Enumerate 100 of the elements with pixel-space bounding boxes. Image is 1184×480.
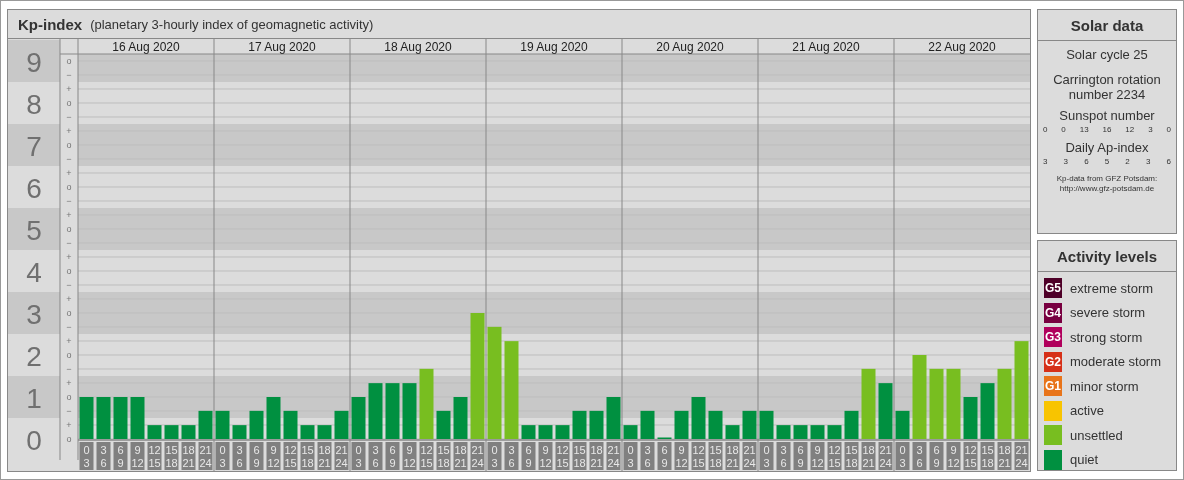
date-label: 18 Aug 2020	[384, 40, 452, 54]
scale-mark: −	[66, 406, 72, 416]
time-slot-label: 9 12	[946, 442, 961, 470]
time-slot-label: 9 12	[538, 442, 553, 470]
scale-mark: −	[66, 322, 72, 332]
time-slot-label: 0 3	[895, 442, 910, 470]
scale-mark: −	[66, 154, 72, 164]
y-axis-label: 8	[26, 89, 42, 120]
scale-mark: −	[66, 238, 72, 248]
x-tick-label: 0 3	[219, 444, 226, 469]
ap-value: 3	[1145, 157, 1151, 166]
level-swatch: G2	[1044, 351, 1062, 372]
level-label: extreme storm	[1070, 280, 1154, 296]
ap-value: 6	[1084, 157, 1089, 166]
x-tick-label: 3 6	[916, 444, 923, 469]
time-slot-label: 6 9	[385, 442, 400, 470]
x-tick-label: 3 6	[236, 444, 243, 469]
data-source-note: Kp-data from GFZ Potsdam: http://www.gfz-potsdam.de	[1056, 174, 1158, 194]
x-tick-label: 0 3	[83, 444, 90, 469]
ap-value: 3	[1043, 157, 1048, 166]
ap-value: 5	[1104, 157, 1110, 166]
x-tick-label: 6 9	[253, 444, 260, 469]
time-slot-label: 18 21	[589, 442, 604, 470]
y-axis-label: 2	[26, 341, 42, 372]
date-label: 21 Aug 2020	[792, 40, 860, 54]
x-tick-label: 6 9	[389, 444, 396, 469]
ap-value: 3	[1063, 157, 1069, 166]
time-slot-label: 21 24	[606, 442, 621, 470]
time-slot-label: 3 6	[912, 442, 927, 470]
scale-mark: o	[66, 224, 72, 234]
x-tick-label: 3 6	[644, 444, 651, 469]
time-slot-label: 21 24	[878, 442, 893, 470]
time-slot-label: 18 21	[725, 442, 740, 470]
scale-mark: −	[66, 196, 72, 206]
level-swatch: G4	[1044, 302, 1062, 323]
y-axis-label: 0	[26, 425, 42, 456]
x-tick-label: 0 3	[355, 444, 362, 469]
time-slot-label: 6 9	[113, 442, 128, 470]
scale-mark: +	[66, 378, 72, 388]
scale-mark: o	[66, 266, 72, 276]
time-slot-label: 18 21	[997, 442, 1012, 470]
level-label: moderate storm	[1070, 354, 1162, 369]
sunspot-value: 12	[1125, 125, 1135, 134]
scale-mark: +	[66, 336, 72, 346]
time-slot-label: 15 18	[300, 442, 315, 470]
time-slot-label: 3 6	[232, 442, 247, 470]
date-label: 19 Aug 2020	[520, 40, 588, 54]
scale-mark: +	[66, 252, 72, 262]
sunspot-value: 0	[1043, 125, 1048, 134]
sunspot-value: 16	[1102, 125, 1112, 134]
time-slot-label: 12 15	[555, 442, 570, 470]
scale-mark: +	[66, 420, 72, 430]
scale-mark: o	[66, 56, 72, 66]
y-axis-label: 5	[26, 215, 42, 246]
level-label: minor storm	[1070, 378, 1139, 394]
sunspot-value: 0	[1166, 125, 1171, 134]
time-slot-label: 15 18	[708, 442, 723, 470]
y-axis-label: 9	[26, 47, 42, 78]
panel-heading: Activity levels	[1038, 241, 1176, 272]
time-slot-label: 6 9	[793, 442, 808, 470]
time-slot-label: 6 9	[929, 442, 944, 470]
time-slot-label: 3 6	[640, 442, 655, 470]
y-axis-label: 6	[26, 173, 42, 204]
scale-mark: o	[66, 350, 72, 360]
scale-mark: +	[66, 210, 72, 220]
level-label: quiet	[1070, 452, 1099, 467]
scale-mark: o	[66, 434, 72, 444]
y-axis-label: 3	[26, 299, 42, 330]
solar-cycle: Solar cycle 25	[1066, 47, 1148, 62]
time-slot-label: 21 24	[198, 442, 213, 470]
sunspot-value: 13	[1079, 125, 1089, 134]
ap-value: 6	[1166, 157, 1171, 166]
time-slot-label: 6 9	[521, 442, 536, 470]
sunspot-heading: Sunspot number	[1059, 108, 1155, 123]
time-slot-label: 0 3	[759, 442, 774, 470]
time-slot-label: 3 6	[504, 442, 519, 470]
ap-heading: Daily Ap-index	[1065, 140, 1149, 155]
time-slot-label: 0 3	[487, 442, 502, 470]
x-tick-label: 6 9	[797, 444, 804, 469]
time-slot-label: 6 9	[657, 442, 672, 470]
time-slot-label: 9 12	[674, 442, 689, 470]
time-slot-label: 6 9	[249, 442, 264, 470]
carrington-rotation: Carrington rotation number 2234	[1053, 72, 1161, 102]
level-swatch: G1	[1044, 376, 1062, 396]
time-slot-label: 15 18	[164, 442, 179, 470]
scale-mark: +	[66, 84, 72, 94]
time-slot-label: 21 24	[742, 442, 757, 470]
time-slot-label: 15 18	[436, 442, 451, 470]
x-tick-label: 3 6	[100, 444, 107, 469]
time-slot-label: 3 6	[96, 442, 111, 470]
scale-mark: o	[66, 392, 72, 402]
time-slot-label: 12 15	[147, 442, 162, 470]
panel-heading: Solar data	[1038, 10, 1176, 41]
time-slot-label: 18 21	[181, 442, 196, 470]
x-tick-label: 6 9	[117, 444, 124, 469]
x-tick-label: 6 9	[525, 444, 532, 469]
level-swatch: G3	[1044, 327, 1062, 347]
time-slot-label: 0 3	[351, 442, 366, 470]
time-slot-label: 15 18	[980, 442, 995, 470]
x-tick-label: 6 9	[933, 444, 940, 469]
